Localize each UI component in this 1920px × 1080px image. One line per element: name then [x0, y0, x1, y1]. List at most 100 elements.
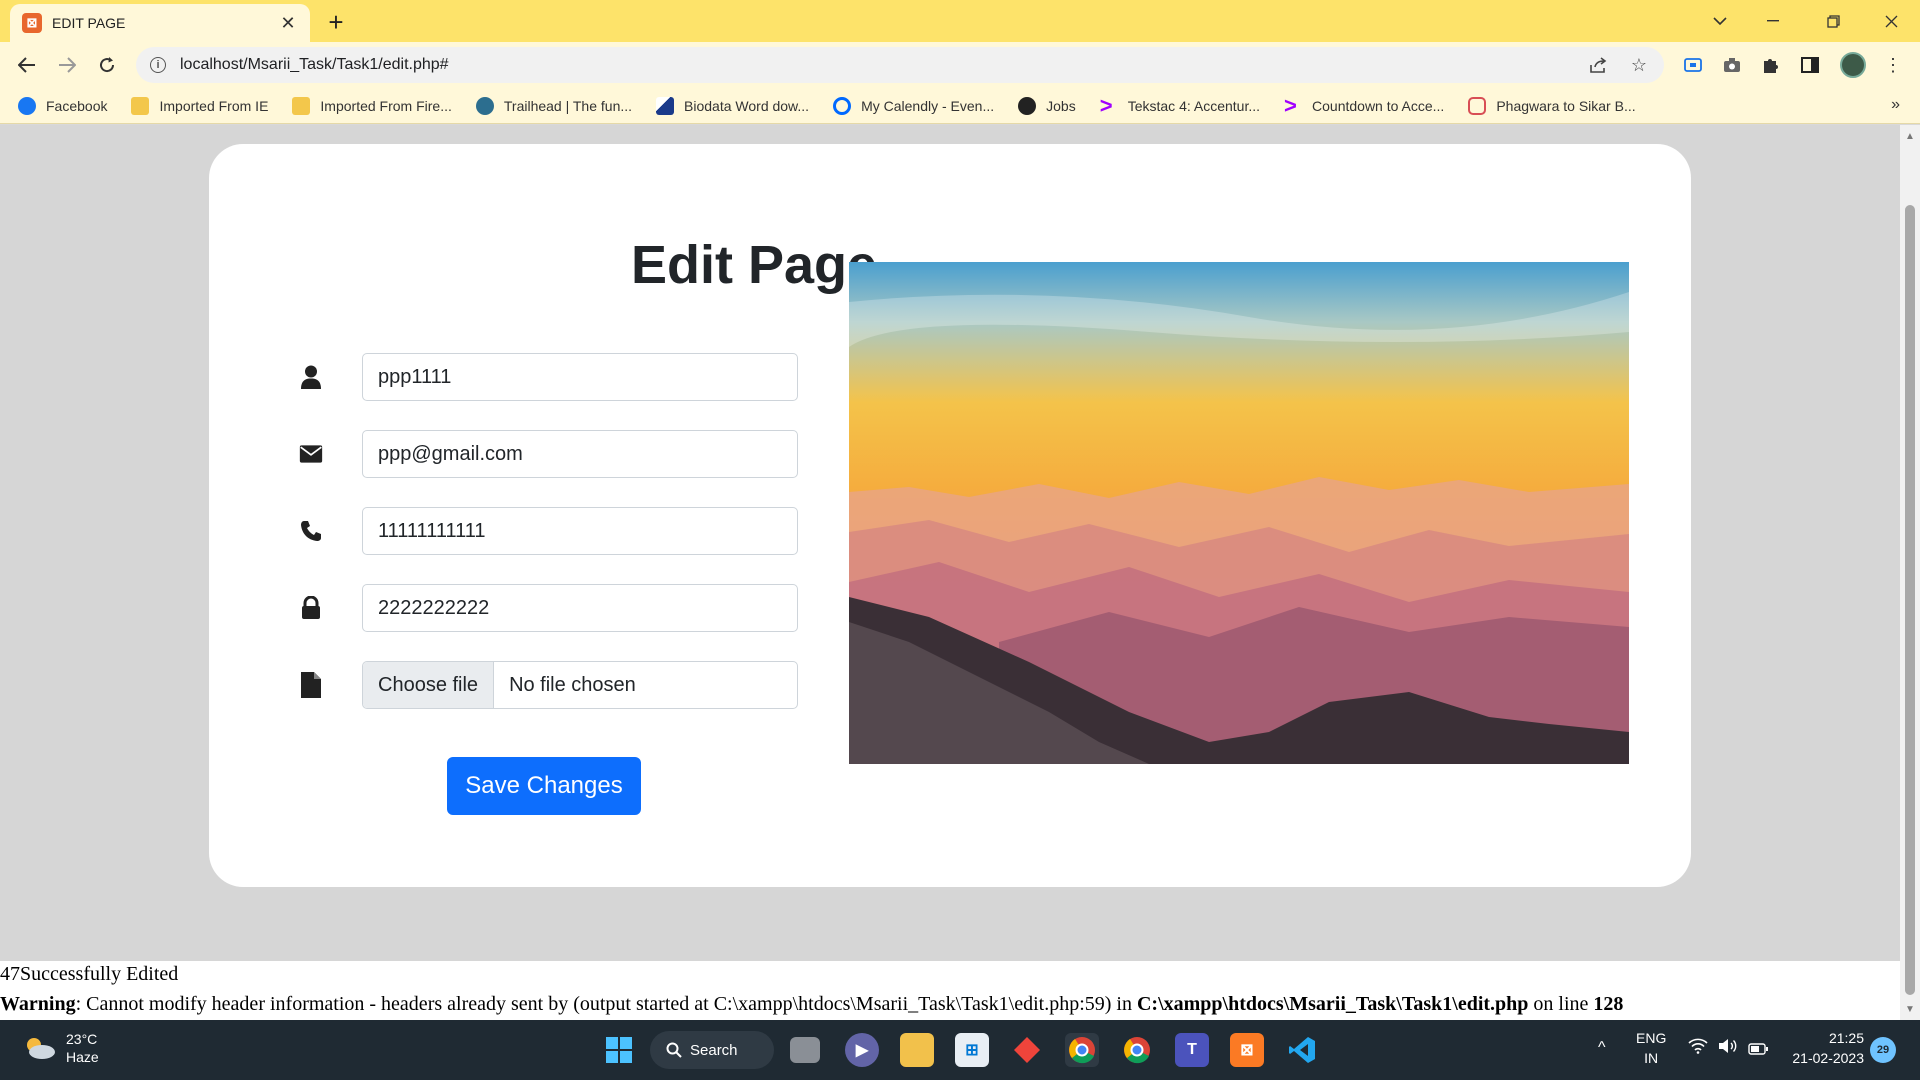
- close-tab-icon[interactable]: ✕: [278, 13, 298, 34]
- warning-on-line: on line: [1528, 993, 1594, 1015]
- scroll-down-icon[interactable]: ▼: [1900, 1000, 1920, 1018]
- minimize-button[interactable]: [1750, 6, 1796, 36]
- phone-field[interactable]: [362, 507, 798, 555]
- url-text[interactable]: localhost/Msarii_Task/Task1/edit.php#: [180, 56, 1570, 74]
- scroll-up-icon[interactable]: ▲: [1900, 127, 1920, 145]
- username-field[interactable]: [362, 353, 798, 401]
- globe-icon: [1018, 96, 1037, 115]
- language-indicator[interactable]: ENG IN: [1636, 1028, 1666, 1068]
- file-input[interactable]: Choose file No file chosen: [362, 661, 798, 709]
- extensions-puzzle-icon[interactable]: [1758, 52, 1784, 78]
- share-icon[interactable]: [1588, 54, 1610, 76]
- task-view-icon[interactable]: [790, 1037, 820, 1063]
- folder-icon: [292, 96, 311, 115]
- save-changes-button[interactable]: Save Changes: [447, 757, 641, 815]
- xampp-taskbar-icon[interactable]: ⊠: [1230, 1033, 1264, 1067]
- wifi-icon[interactable]: [1688, 1038, 1708, 1059]
- teams-icon[interactable]: T: [1175, 1033, 1209, 1067]
- feather-icon: [656, 96, 675, 115]
- browser-title-bar: ⊠ EDIT PAGE ✕ +: [0, 0, 1920, 42]
- edit-form-card: Edit Page ppp1111 ppp@gmail.com 11111111…: [209, 144, 1691, 887]
- address-bar[interactable]: i localhost/Msarii_Task/Task1/edit.php# …: [136, 47, 1664, 83]
- screen-capture-icon[interactable]: [1680, 52, 1706, 78]
- restore-button[interactable]: [1810, 6, 1856, 36]
- page-viewport: Edit Page ppp1111 ppp@gmail.com 11111111…: [0, 125, 1900, 1020]
- page-scrollbar[interactable]: ▲ ▼: [1900, 125, 1920, 1020]
- bookmark-label: Phagwara to Sikar B...: [1496, 97, 1636, 114]
- volume-icon[interactable]: [1718, 1038, 1738, 1059]
- new-tab-button[interactable]: +: [322, 8, 350, 36]
- battery-icon[interactable]: [1748, 1040, 1768, 1060]
- bookmark-label: Imported From IE: [159, 97, 269, 114]
- vscode-icon[interactable]: [1285, 1033, 1319, 1067]
- bookmark-countdown[interactable]: > Countdown to Acce...: [1284, 92, 1444, 118]
- browser-tab-active[interactable]: ⊠ EDIT PAGE ✕: [10, 4, 310, 42]
- file-icon: [299, 672, 323, 698]
- bookmark-label: Facebook: [46, 97, 108, 114]
- choose-file-button[interactable]: Choose file: [363, 662, 495, 708]
- file-status-text: No file chosen: [509, 673, 636, 696]
- accenture-icon: >: [1284, 92, 1297, 118]
- close-window-button[interactable]: [1868, 6, 1914, 36]
- accenture-icon: >: [1099, 92, 1113, 118]
- search-icon: [666, 1042, 682, 1058]
- windows-taskbar: 23°C Haze Search ▶ ⊞ T ⊠ ^ ENG IN 21:25: [0, 1020, 1920, 1080]
- windows-start-icon[interactable]: [602, 1033, 636, 1067]
- bookmark-jobs[interactable]: Jobs: [1018, 96, 1076, 115]
- bookmark-label: Imported From Fire...: [320, 97, 452, 114]
- site-info-icon[interactable]: i: [150, 57, 166, 73]
- teams-chat-icon[interactable]: ▶: [845, 1033, 879, 1067]
- bookmark-trailhead[interactable]: Trailhead | The fun...: [475, 96, 632, 115]
- language-text: ENG: [1636, 1030, 1667, 1046]
- scroll-thumb[interactable]: [1905, 205, 1915, 995]
- weather-widget[interactable]: 23°C Haze: [22, 1030, 99, 1066]
- notification-badge[interactable]: 29: [1870, 1037, 1896, 1063]
- email-field[interactable]: [362, 430, 798, 478]
- side-panel-icon[interactable]: [1797, 52, 1823, 78]
- bookmark-biodata[interactable]: Biodata Word dow...: [656, 96, 809, 115]
- email-row: [299, 430, 799, 478]
- success-message: 47Successfully Edited: [0, 963, 179, 985]
- bookmark-imported-firefox[interactable]: Imported From Fire...: [292, 96, 452, 115]
- region-text: IN: [1644, 1050, 1659, 1066]
- chrome-icon[interactable]: [1120, 1033, 1154, 1067]
- bookmark-facebook[interactable]: Facebook: [18, 96, 108, 115]
- phone-row: [299, 507, 799, 555]
- bookmark-label: Tekstac 4: Accentur...: [1127, 97, 1261, 114]
- bus-icon: [1468, 96, 1487, 115]
- show-hidden-icons[interactable]: ^: [1598, 1038, 1606, 1058]
- bookmarks-bar: Facebook Imported From IE Imported From …: [0, 88, 1920, 124]
- more-bookmarks-icon[interactable]: »: [1891, 96, 1900, 114]
- php-output: 47Successfully Edited Warning: Cannot mo…: [0, 961, 1900, 1020]
- bookmark-star-icon[interactable]: ☆: [1628, 54, 1650, 76]
- back-icon[interactable]: [12, 50, 42, 80]
- tab-search-icon[interactable]: [1697, 6, 1743, 36]
- forward-icon[interactable]: [52, 50, 82, 80]
- profile-avatar[interactable]: [1840, 52, 1866, 78]
- warning-line-number: 128: [1593, 993, 1624, 1015]
- user-icon: [299, 364, 323, 390]
- weather-condition-text: Haze: [66, 1049, 99, 1065]
- bookmark-calendly[interactable]: My Calendly - Even...: [833, 96, 994, 115]
- camera-icon[interactable]: [1719, 52, 1745, 78]
- taskbar-search[interactable]: Search: [650, 1031, 774, 1069]
- reload-icon[interactable]: [92, 50, 122, 80]
- store-icon[interactable]: ⊞: [955, 1033, 989, 1067]
- password-row: [299, 584, 799, 632]
- folder-icon: [131, 96, 150, 115]
- envelope-icon: [299, 441, 323, 467]
- clock[interactable]: 21:25 21-02-2023: [1784, 1028, 1864, 1068]
- bookmark-imported-ie[interactable]: Imported From IE: [131, 96, 269, 115]
- password-field[interactable]: [362, 584, 798, 632]
- menu-kebab-icon[interactable]: ⋮: [1880, 52, 1906, 78]
- bookmark-tekstac[interactable]: > Tekstac 4: Accentur...: [1099, 92, 1261, 118]
- calendly-icon: [833, 96, 852, 115]
- file-explorer-icon[interactable]: [900, 1033, 934, 1067]
- lock-icon: [299, 595, 323, 621]
- xampp-icon: ⊠: [22, 13, 42, 33]
- bookmark-phagwara[interactable]: Phagwara to Sikar B...: [1468, 96, 1636, 115]
- chrome-dev-icon[interactable]: [1065, 1033, 1099, 1067]
- warning-file: C:\xampp\htdocs\Msarii_Task\Task1\edit.p…: [1136, 993, 1529, 1015]
- bookmark-label: Jobs: [1046, 97, 1076, 114]
- anydesk-icon[interactable]: [1010, 1033, 1044, 1067]
